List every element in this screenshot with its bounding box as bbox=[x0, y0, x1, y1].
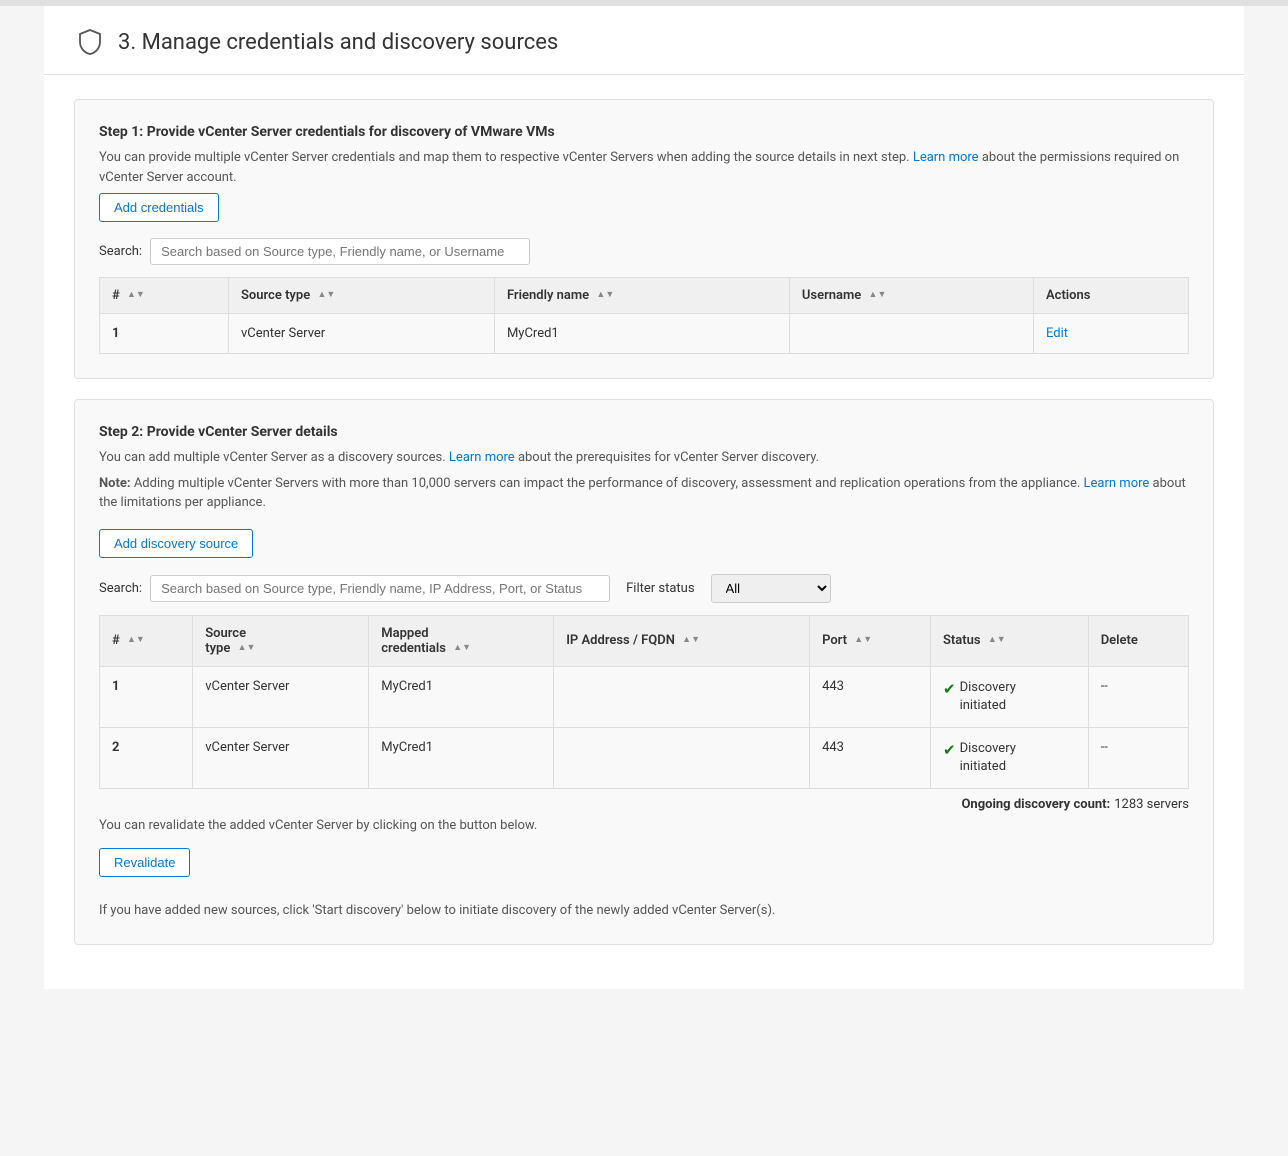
step1-desc: You can provide multiple vCenter Server … bbox=[99, 148, 1189, 187]
sort-arrows2-source-type: ▲▼ bbox=[238, 644, 256, 653]
step2-col-delete: Delete bbox=[1088, 615, 1188, 666]
step2-col-port: Port ▲▼ bbox=[810, 615, 931, 666]
step1-search-row: Search: bbox=[99, 238, 1189, 265]
step2-table-header-row: # ▲▼ Sourcetype ▲▼ Mappedcredentials ▲▼ … bbox=[100, 615, 1189, 666]
edit-link[interactable]: Edit bbox=[1046, 326, 1068, 341]
step2-col-status: Status ▲▼ bbox=[930, 615, 1088, 666]
step1-search-input[interactable] bbox=[150, 238, 530, 265]
step2-search-row: Search: bbox=[99, 575, 610, 602]
sort-arrows-friendly-name: ▲▼ bbox=[596, 291, 614, 300]
step1-col-source-type: Source type ▲▼ bbox=[228, 278, 494, 314]
table-row: 1 vCenter Server MyCred1 443 ✔ Discovery… bbox=[100, 666, 1189, 727]
row-username bbox=[789, 314, 1033, 354]
row-num: 1 bbox=[100, 314, 229, 354]
row-friendly-name: MyCred1 bbox=[494, 314, 789, 354]
row-port: 443 bbox=[810, 666, 931, 727]
row-source-type: vCenter Server bbox=[193, 727, 369, 788]
row-status: ✔ Discoveryinitiated bbox=[930, 727, 1088, 788]
sort-arrows2-num: ▲▼ bbox=[127, 636, 145, 645]
row-source-type: vCenter Server bbox=[228, 314, 494, 354]
step1-search-label: Search: bbox=[99, 244, 142, 259]
step2-table: # ▲▼ Sourcetype ▲▼ Mappedcredentials ▲▼ … bbox=[99, 615, 1189, 790]
sort-arrows2-port: ▲▼ bbox=[854, 636, 872, 645]
row-ip bbox=[554, 666, 810, 727]
sort-arrows2-status: ▲▼ bbox=[988, 636, 1006, 645]
final-note: If you have added new sources, click 'St… bbox=[99, 901, 1189, 921]
revalidate-button[interactable]: Revalidate bbox=[99, 848, 190, 877]
step2-card: Step 2: Provide vCenter Server details Y… bbox=[74, 399, 1214, 945]
check-icon: ✔ bbox=[943, 680, 956, 698]
add-credentials-button[interactable]: Add credentials bbox=[99, 193, 219, 222]
row-action[interactable]: Edit bbox=[1033, 314, 1188, 354]
ongoing-row: Ongoing discovery count: 1283 servers bbox=[99, 789, 1189, 816]
step2-col-num: # ▲▼ bbox=[100, 615, 193, 666]
row-ip bbox=[554, 727, 810, 788]
step2-filter-label: Filter status bbox=[626, 581, 694, 596]
add-discovery-source-button[interactable]: Add discovery source bbox=[99, 529, 253, 558]
row-mapped-creds: MyCred1 bbox=[369, 666, 554, 727]
step1-col-friendly-name: Friendly name ▲▼ bbox=[494, 278, 789, 314]
row-port: 443 bbox=[810, 727, 931, 788]
sort-arrows2-ip: ▲▼ bbox=[682, 636, 700, 645]
step2-search-input[interactable] bbox=[150, 575, 610, 602]
status-text: Discoveryinitiated bbox=[960, 679, 1016, 715]
sort-arrows-source-type: ▲▼ bbox=[317, 291, 335, 300]
row-num: 1 bbox=[100, 666, 193, 727]
step1-learn-more-link[interactable]: Learn more bbox=[913, 150, 979, 165]
table-row: 1 vCenter Server MyCred1 Edit bbox=[100, 314, 1189, 354]
step2-search-filter-row: Search: Filter status All Initiated Comp… bbox=[99, 574, 1189, 603]
status-text: Discoveryinitiated bbox=[960, 740, 1016, 776]
ongoing-label: Ongoing discovery count: bbox=[961, 797, 1110, 812]
row-source-type: vCenter Server bbox=[193, 666, 369, 727]
sort-arrows-username: ▲▼ bbox=[869, 291, 887, 300]
step2-note: Note: Adding multiple vCenter Servers wi… bbox=[99, 474, 1189, 513]
check-icon: ✔ bbox=[943, 741, 956, 759]
sort-arrows-num: ▲▼ bbox=[127, 291, 145, 300]
page-title: 3. Manage credentials and discovery sour… bbox=[118, 30, 558, 55]
step2-note-learn-more-link[interactable]: Learn more bbox=[1084, 476, 1150, 491]
page-header: 3. Manage credentials and discovery sour… bbox=[44, 6, 1244, 75]
revalidate-note: You can revalidate the added vCenter Ser… bbox=[99, 816, 1189, 836]
row-delete: -- bbox=[1088, 666, 1188, 727]
step2-title: Step 2: Provide vCenter Server details bbox=[99, 424, 1189, 440]
row-delete: -- bbox=[1088, 727, 1188, 788]
step2-col-mapped-creds: Mappedcredentials ▲▼ bbox=[369, 615, 554, 666]
step2-desc1: You can add multiple vCenter Server as a… bbox=[99, 448, 1189, 468]
ongoing-value: 1283 servers bbox=[1114, 797, 1189, 812]
row-num: 2 bbox=[100, 727, 193, 788]
shield-icon bbox=[74, 26, 106, 58]
step1-title: Step 1: Provide vCenter Server credentia… bbox=[99, 124, 1189, 140]
step2-search-label: Search: bbox=[99, 581, 142, 596]
step1-card: Step 1: Provide vCenter Server credentia… bbox=[74, 99, 1214, 379]
row-mapped-creds: MyCred1 bbox=[369, 727, 554, 788]
step1-col-num: # ▲▼ bbox=[100, 278, 229, 314]
step1-col-username: Username ▲▼ bbox=[789, 278, 1033, 314]
step1-table-header-row: # ▲▼ Source type ▲▼ Friendly name ▲▼ Use… bbox=[100, 278, 1189, 314]
step2-learn-more-link[interactable]: Learn more bbox=[449, 450, 515, 465]
step1-table: # ▲▼ Source type ▲▼ Friendly name ▲▼ Use… bbox=[99, 277, 1189, 354]
row-status: ✔ Discoveryinitiated bbox=[930, 666, 1088, 727]
sort-arrows2-mapped-creds: ▲▼ bbox=[453, 644, 471, 653]
step2-col-ip: IP Address / FQDN ▲▼ bbox=[554, 615, 810, 666]
table-row: 2 vCenter Server MyCred1 443 ✔ Discovery… bbox=[100, 727, 1189, 788]
step2-filter-select[interactable]: All Initiated Completed Failed bbox=[711, 574, 831, 603]
content-area: Step 1: Provide vCenter Server credentia… bbox=[44, 75, 1244, 989]
step1-col-actions: Actions bbox=[1033, 278, 1188, 314]
step2-col-source-type: Sourcetype ▲▼ bbox=[193, 615, 369, 666]
